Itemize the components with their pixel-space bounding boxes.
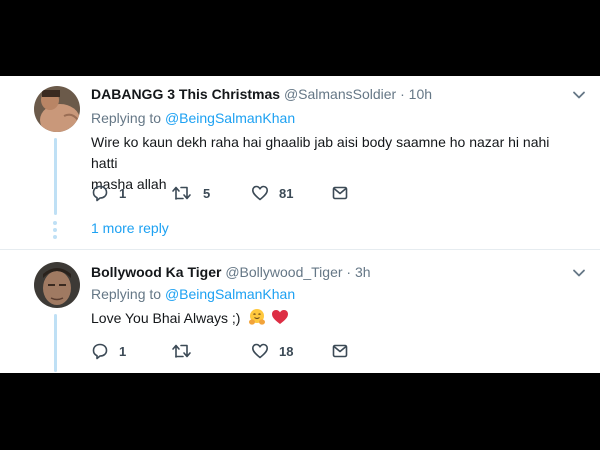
chevron-down-icon[interactable] <box>572 266 586 280</box>
reply-button[interactable]: 1 <box>91 341 126 361</box>
retweet-count: 5 <box>203 185 211 201</box>
tweet-text: Love You Bhai Always ;) <box>91 308 561 329</box>
like-icon <box>252 343 268 359</box>
screenshot-frame: DABANGG 3 This Christmas @SalmansSoldier… <box>0 0 600 450</box>
like-icon <box>252 185 268 201</box>
replying-prefix: Replying to <box>91 286 162 302</box>
separator: · <box>400 86 405 102</box>
tweet-text-line: Wire ko kaun dekh raha hai ghaalib jab a… <box>91 134 550 171</box>
share-button[interactable] <box>331 341 349 361</box>
action-bar: 1 5 81 <box>91 183 491 203</box>
thread-dots <box>53 221 58 242</box>
share-icon <box>332 344 348 358</box>
retweet-icon <box>172 344 191 358</box>
retweet-button[interactable] <box>171 341 203 361</box>
user-handle[interactable]: @Bollywood_Tiger <box>225 264 342 280</box>
hugging-face-emoji <box>249 309 266 325</box>
action-bar: 1 18 <box>91 341 491 361</box>
replying-to: Replying to @BeingSalmanKhan <box>91 110 295 126</box>
reply-button[interactable]: 1 <box>91 183 126 203</box>
replies-panel: DABANGG 3 This Christmas @SalmansSoldier… <box>0 76 600 373</box>
reply-icon <box>92 343 108 360</box>
display-name[interactable]: Bollywood Ka Tiger <box>91 264 221 280</box>
retweet-button[interactable]: 5 <box>171 183 210 203</box>
reply-tweet[interactable]: DABANGG 3 This Christmas @SalmansSoldier… <box>0 76 600 249</box>
more-replies-link[interactable]: 1 more reply <box>91 220 169 236</box>
display-name[interactable]: DABANGG 3 This Christmas <box>91 86 280 102</box>
share-button[interactable] <box>331 183 349 203</box>
chevron-down-icon[interactable] <box>572 88 586 102</box>
mention-link[interactable]: @BeingSalmanKhan <box>165 110 295 126</box>
reply-count: 1 <box>119 185 127 201</box>
share-icon <box>332 186 348 200</box>
user-handle[interactable]: @SalmansSoldier <box>284 86 396 102</box>
thread-line <box>54 314 57 372</box>
timestamp[interactable]: 10h <box>409 86 432 102</box>
avatar[interactable] <box>34 262 80 308</box>
tweet-header: DABANGG 3 This Christmas @SalmansSoldier… <box>91 86 432 102</box>
reply-count: 1 <box>119 343 127 359</box>
like-count: 81 <box>279 185 294 201</box>
red-heart-emoji <box>272 310 289 324</box>
retweet-icon <box>172 186 191 200</box>
thread-line <box>54 138 57 215</box>
like-button[interactable]: 81 <box>251 183 293 203</box>
like-button[interactable]: 18 <box>251 341 293 361</box>
like-count: 18 <box>279 343 294 359</box>
reply-tweet[interactable]: Bollywood Ka Tiger @Bollywood_Tiger · 3h… <box>0 250 600 373</box>
reply-icon <box>92 185 108 202</box>
replying-prefix: Replying to <box>91 110 162 126</box>
timestamp[interactable]: 3h <box>355 264 371 280</box>
separator: · <box>346 264 352 280</box>
replying-to: Replying to @BeingSalmanKhan <box>91 286 295 302</box>
tweet-header: Bollywood Ka Tiger @Bollywood_Tiger · 3h <box>91 264 371 280</box>
tweet-text-line: Love You Bhai Always ;) <box>91 310 241 326</box>
mention-link[interactable]: @BeingSalmanKhan <box>165 286 295 302</box>
avatar[interactable] <box>34 86 80 132</box>
